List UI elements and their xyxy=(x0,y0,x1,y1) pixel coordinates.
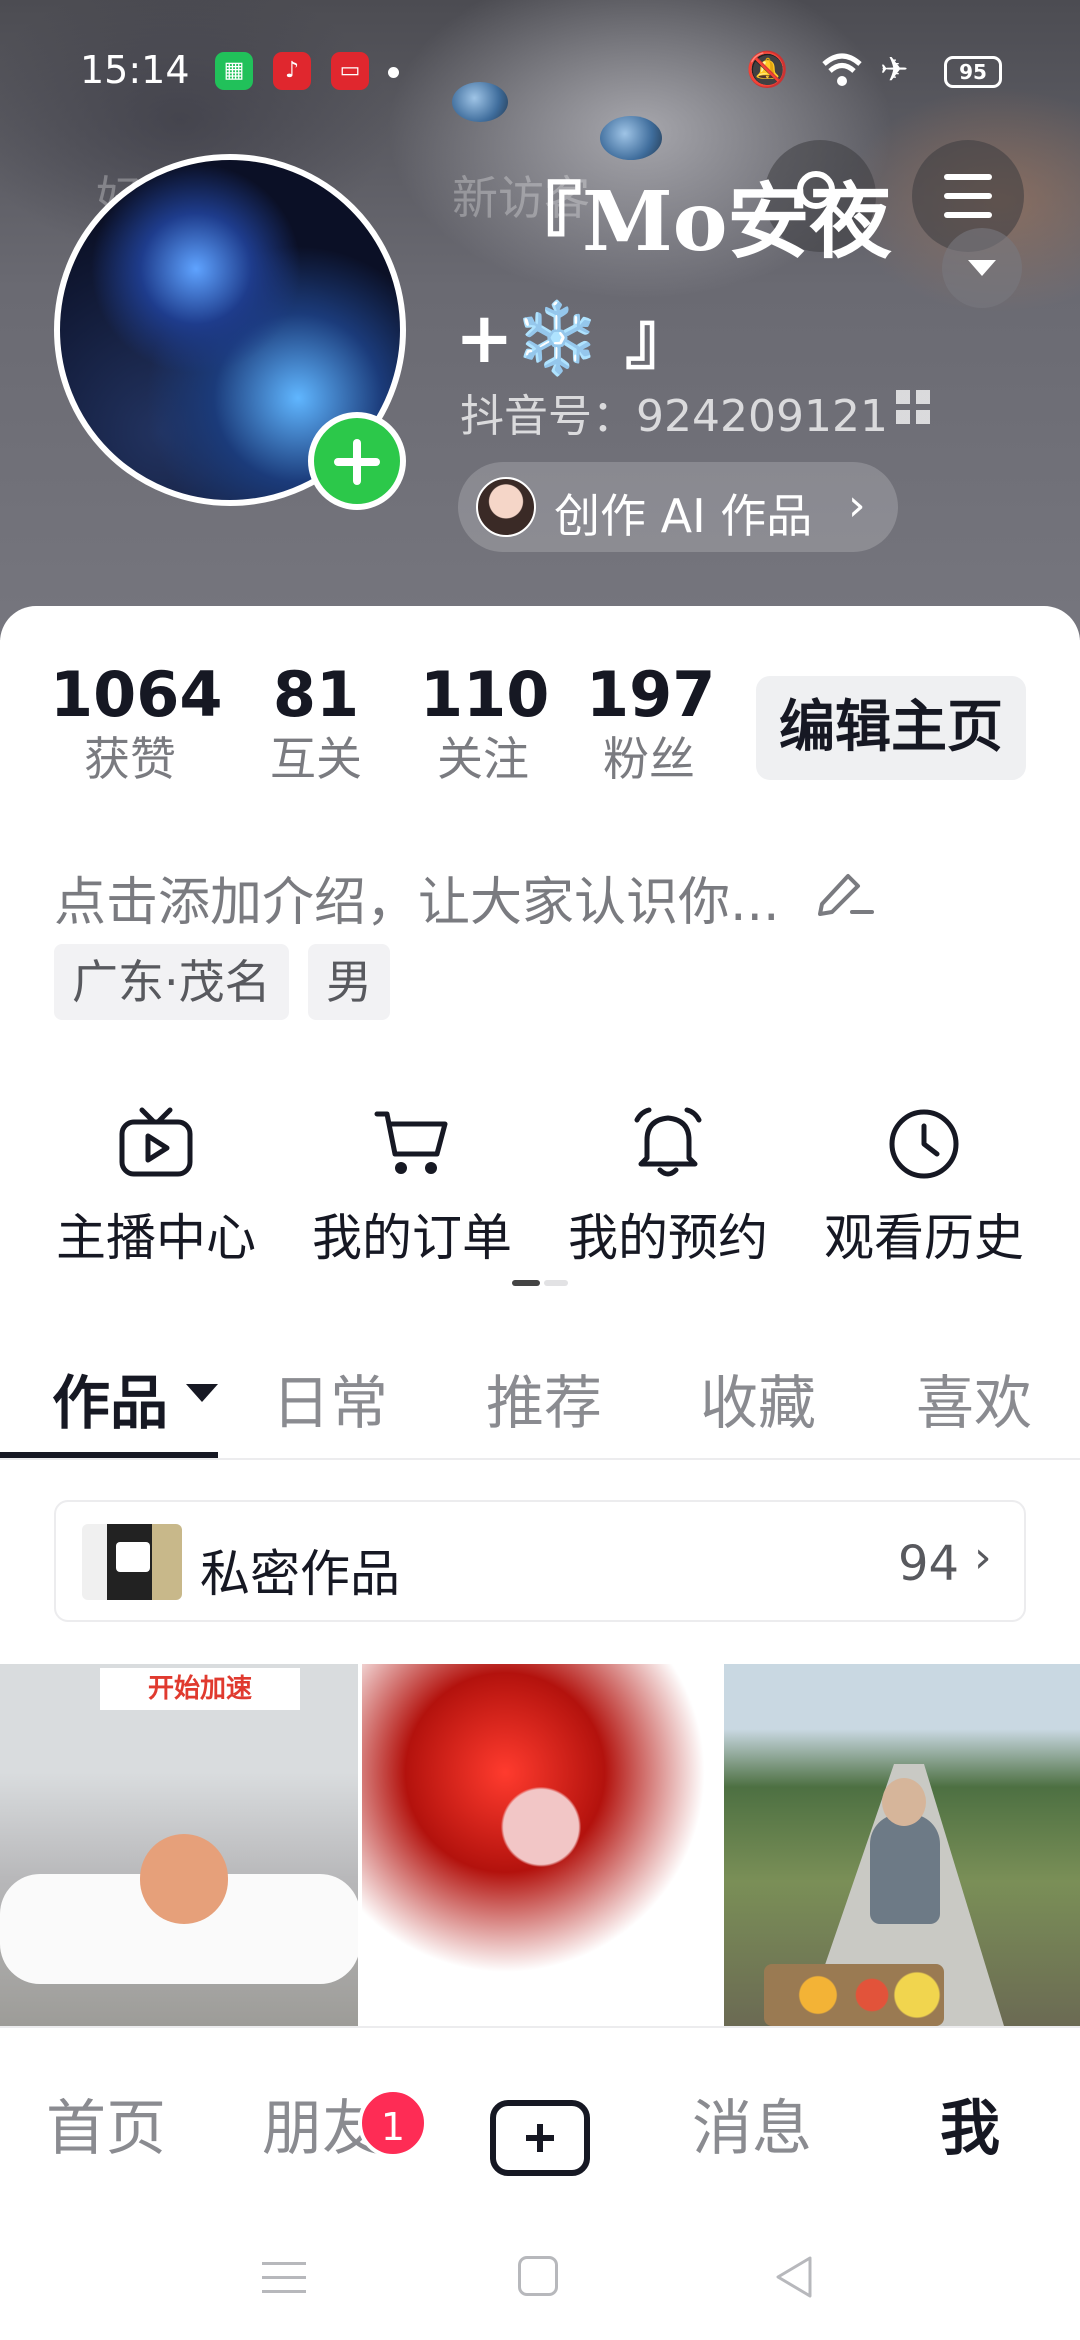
tabs-divider xyxy=(0,1458,1080,1460)
thumbnail-fruit-cart xyxy=(764,1964,944,2026)
create-ai-works-button[interactable]: 创作 AI 作品 › xyxy=(458,462,898,552)
nav-me[interactable]: 我 xyxy=(940,2080,1000,2167)
stat-label: 互关 xyxy=(270,732,362,786)
private-works-count: 94 xyxy=(898,1536,960,1592)
video-thumbnail[interactable]: 开始加速 xyxy=(0,1664,358,2026)
menu-icon xyxy=(944,174,992,180)
quick-action-watch-history[interactable]: 观看历史 xyxy=(814,1106,1034,1270)
stat-value: 110 xyxy=(420,658,550,731)
battery-indicator: 95 xyxy=(944,56,1002,88)
quick-action-my-orders[interactable]: 我的订单 xyxy=(302,1106,522,1270)
caret-down-icon[interactable] xyxy=(186,1384,218,1402)
status-bar: 15:14 ▦ ♪ ▭ 🔕 ✈ 95 xyxy=(0,40,1080,110)
thumbnail-banner-text: 开始加速 xyxy=(100,1668,300,1710)
video-thumbnail[interactable] xyxy=(362,1664,720,2026)
tab-likes[interactable]: 喜欢 xyxy=(916,1356,1032,1440)
tab-works[interactable]: 作品 xyxy=(52,1356,168,1440)
app-notification-icon: ▦ xyxy=(215,52,253,90)
stat-mutual[interactable]: 81 互关 xyxy=(256,660,376,788)
douyin-id[interactable]: 抖音号：924209121 xyxy=(460,380,888,444)
page-indicator-active xyxy=(512,1280,540,1286)
video-thumbnail[interactable] xyxy=(724,1664,1080,2026)
more-notifications-dot xyxy=(388,67,399,78)
stat-label: 粉丝 xyxy=(603,732,695,786)
thumbnail-person xyxy=(870,1814,940,1924)
quick-action-label: 主播中心 xyxy=(56,1209,256,1267)
stat-value: 1064 xyxy=(50,658,223,731)
airplane-mode-icon: ✈ xyxy=(880,50,909,90)
bell-icon xyxy=(634,1107,702,1177)
quick-action-label: 我的预约 xyxy=(568,1209,768,1267)
bottom-navigation: 首页 朋友 1 消息 我 xyxy=(0,2026,1080,2226)
quick-action-label: 观看历史 xyxy=(824,1209,1024,1267)
quick-action-streamer-center[interactable]: 主播中心 xyxy=(46,1106,266,1270)
clock-icon xyxy=(889,1109,959,1179)
home-button[interactable] xyxy=(518,2256,558,2296)
music-notification-icon: ♪ xyxy=(273,52,311,90)
private-works-label: 私密作品 xyxy=(200,1545,400,1603)
stat-label: 关注 xyxy=(437,732,529,786)
recent-apps-button[interactable] xyxy=(262,2260,306,2296)
cart-icon xyxy=(374,1111,448,1174)
stat-following[interactable]: 110 关注 xyxy=(420,658,550,788)
avatar-add-button[interactable] xyxy=(308,412,406,510)
private-works-thumbnail xyxy=(82,1524,182,1600)
stat-value: 197 xyxy=(586,658,716,731)
page-indicator xyxy=(544,1280,568,1286)
profile-nickname: 『Mo安夜 xyxy=(500,174,892,270)
wifi-icon xyxy=(820,50,864,99)
background-cat-eye-right xyxy=(600,116,662,160)
ai-creator-avatar xyxy=(476,477,536,537)
stat-likes[interactable]: 1064 获赞 xyxy=(50,658,223,788)
chevron-right-icon: › xyxy=(974,1532,992,1583)
chevron-right-icon: › xyxy=(848,480,866,531)
lock-icon xyxy=(116,1542,150,1572)
nav-messages[interactable]: 消息 xyxy=(692,2080,812,2167)
nav-home[interactable]: 首页 xyxy=(46,2080,166,2167)
mute-vibrate-icon: 🔕 xyxy=(746,50,789,90)
tab-recommended[interactable]: 推荐 xyxy=(486,1356,602,1440)
thumbnail-figure-head xyxy=(140,1834,228,1924)
expand-header-button[interactable] xyxy=(942,228,1022,308)
thumbnail-person-head xyxy=(882,1778,926,1826)
stat-label: 获赞 xyxy=(84,732,176,786)
private-works-row[interactable]: 私密作品 94 › xyxy=(54,1500,1026,1622)
back-button[interactable] xyxy=(772,2254,816,2300)
tv-play-icon xyxy=(119,1107,193,1177)
stat-followers[interactable]: 197 粉丝 xyxy=(586,658,716,788)
create-post-button[interactable] xyxy=(490,2100,590,2176)
video-notification-icon: ▭ xyxy=(331,52,369,90)
stat-value: 81 xyxy=(272,658,360,731)
status-time: 15:14 xyxy=(80,48,190,92)
quick-action-label: 我的订单 xyxy=(312,1209,512,1267)
content-tabs: 作品 日常 推荐 收藏 喜欢 xyxy=(0,1336,1080,1460)
quick-action-my-reservations[interactable]: 我的预约 xyxy=(558,1106,778,1270)
location-tag: 广东·茂名 xyxy=(54,944,289,1020)
tab-favorites[interactable]: 收藏 xyxy=(700,1356,816,1440)
ai-pill-label: 创作 AI 作品 xyxy=(554,489,813,543)
profile-nickname-line2: +❄️ 』 xyxy=(455,297,696,379)
pencil-icon[interactable] xyxy=(814,866,874,916)
gender-tag: 男 xyxy=(308,944,390,1020)
edit-profile-button[interactable]: 编辑主页 xyxy=(756,676,1026,780)
qr-code-icon[interactable] xyxy=(896,390,930,424)
bio-placeholder[interactable]: 点击添加介绍，让大家认识你... xyxy=(54,860,780,935)
friends-notification-badge: 1 xyxy=(358,2088,428,2158)
system-navigation-bar xyxy=(0,2226,1080,2340)
tab-daily[interactable]: 日常 xyxy=(272,1356,388,1440)
